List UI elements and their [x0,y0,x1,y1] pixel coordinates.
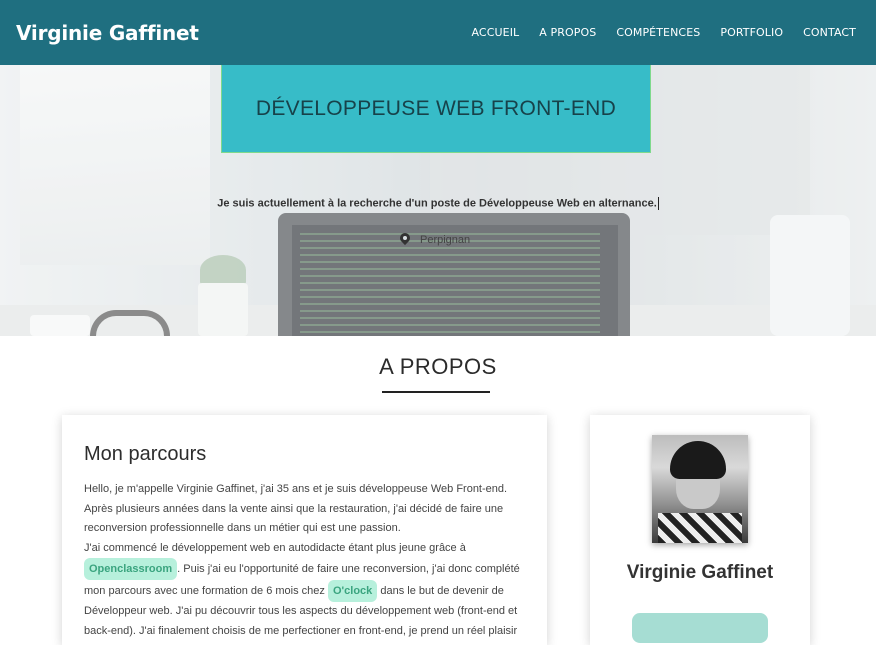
openclassroom-link[interactable]: Openclassroom [84,558,178,580]
parcours-text-2a: J'ai commencé le développement web en au… [84,541,466,554]
nav-link-contact[interactable]: CONTACT [793,26,860,39]
avatar-shirt [658,513,742,543]
top-navbar: Virginie Gaffinet ACCUEIL A PROPOS COMPÉ… [0,0,876,65]
nav-link-portfolio[interactable]: PORTFOLIO [710,26,793,39]
nav-link-a-propos[interactable]: A PROPOS [529,26,606,39]
parcours-card-title: Mon parcours [84,443,207,465]
section-title-underline [382,391,490,393]
avatar [652,435,748,543]
hero-tagline: Je suis actuellement à la recherche d'un… [0,197,876,210]
nav-link-accueil[interactable]: ACCUEIL [462,26,530,39]
hero-banner: DÉVELOPPEUSE WEB FRONT-END Je suis actue… [0,65,876,336]
nav-link-competences[interactable]: COMPÉTENCES [606,26,710,39]
parcours-text-1: Hello, je m'appelle Virginie Gaffinet, j… [84,483,508,534]
oclock-link[interactable]: O'clock [327,580,378,602]
parcours-paragraph: Hello, je m'appelle Virginie Gaffinet, j… [84,480,525,645]
hero-title-box: DÉVELOPPEUSE WEB FRONT-END [221,65,651,153]
profile-button[interactable] [632,613,768,643]
section-title-a-propos: A PROPOS [379,354,497,379]
profile-card: Virginie Gaffinet [590,415,810,645]
parcours-card: Mon parcours Hello, je m'appelle Virgini… [62,415,547,645]
typing-caret [657,197,659,210]
hero-location-text: Perpignan [420,233,471,246]
brand-logo[interactable]: Virginie Gaffinet [16,21,199,45]
profile-name: Virginie Gaffinet [626,562,774,583]
map-pin-icon [400,233,410,246]
hero-tagline-text: Je suis actuellement à la recherche d'un… [217,197,657,210]
hero-location: Perpignan [400,233,470,246]
hero-title: DÉVELOPPEUSE WEB FRONT-END [255,96,617,120]
avatar-hair [670,441,726,479]
main-menu: ACCUEIL A PROPOS COMPÉTENCES PORTFOLIO C… [462,26,861,39]
